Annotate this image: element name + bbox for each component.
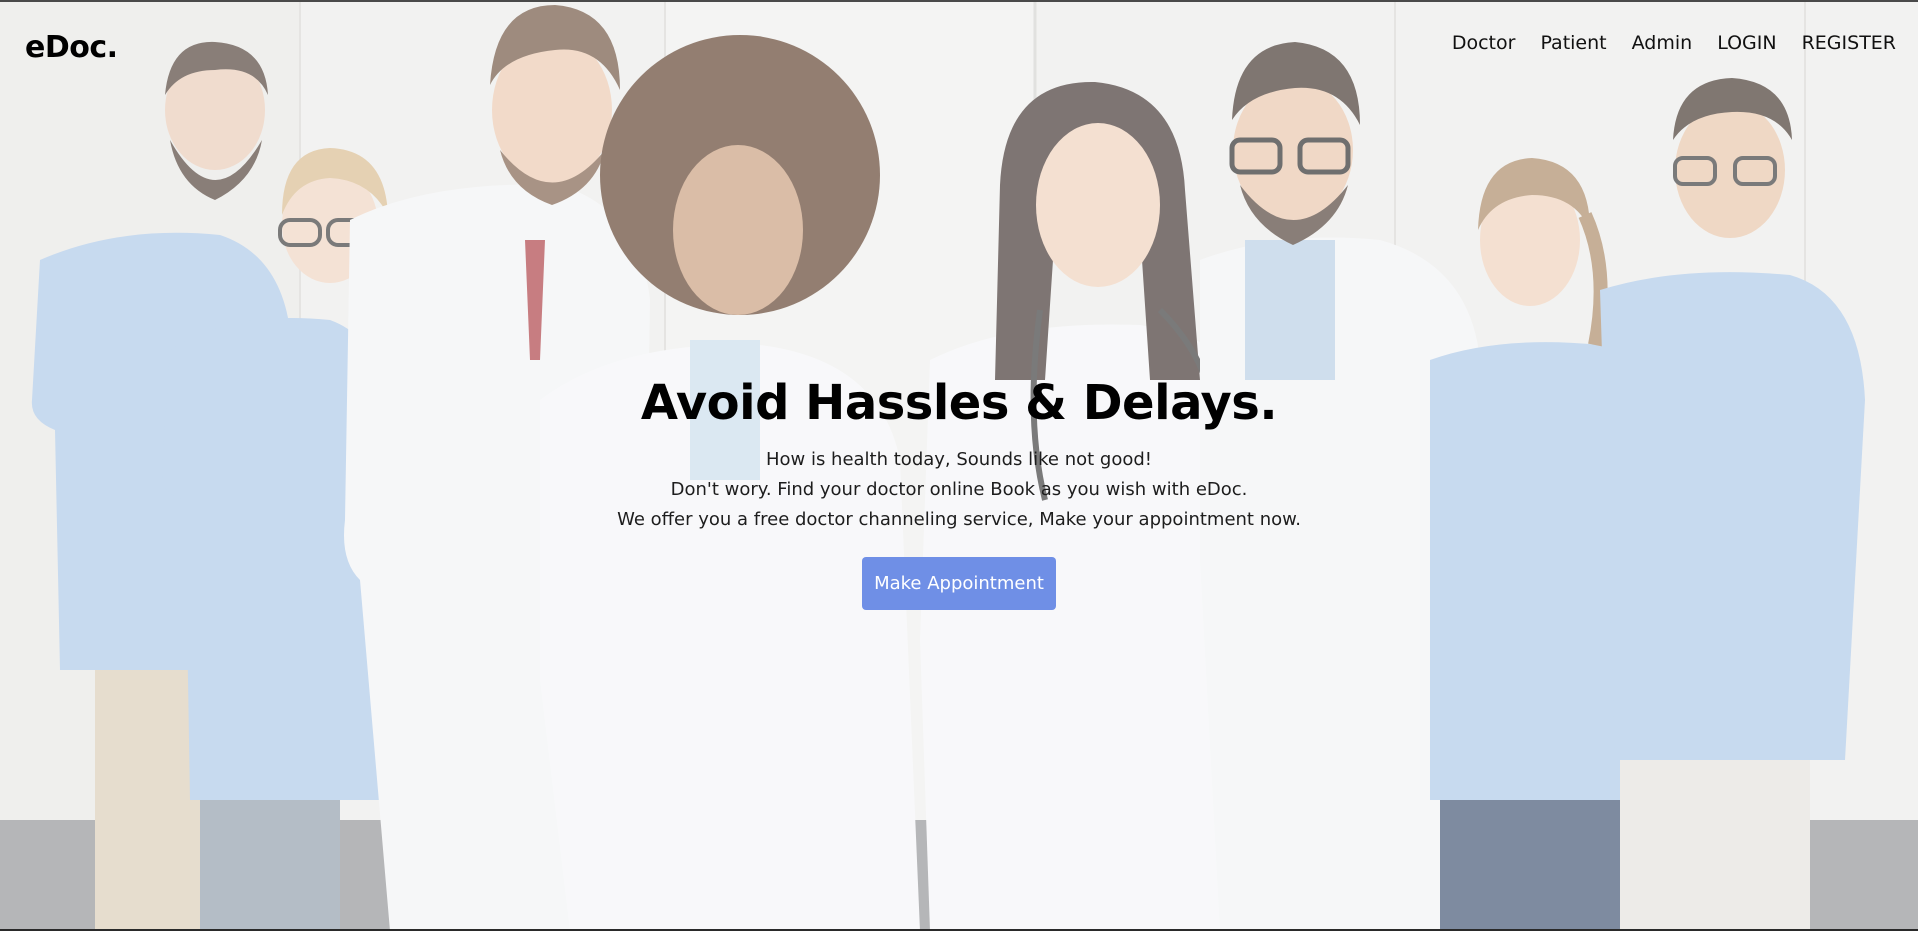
hero-line-2: Don't wory. Find your doctor online Book… [670,479,1248,500]
hero-line-3: We offer you a free doctor channeling se… [617,509,1301,530]
top-nav: Doctor Patient Admin LOGIN REGISTER [1452,32,1896,54]
hero-title: Avoid Hassles & Delays. [640,375,1278,431]
make-appointment-button[interactable]: Make Appointment [862,557,1056,610]
landing-page: eDoc. Doctor Patient Admin LOGIN REGISTE… [0,0,1918,931]
brand-logo[interactable]: eDoc. [25,30,118,65]
nav-admin-link[interactable]: Admin [1632,32,1693,54]
top-border [0,0,1918,2]
nav-patient-link[interactable]: Patient [1540,32,1606,54]
nav-login-link[interactable]: LOGIN [1717,32,1776,54]
nav-doctor-link[interactable]: Doctor [1452,32,1516,54]
hero-line-1: How is health today, Sounds like not goo… [765,449,1153,470]
nav-register-link[interactable]: REGISTER [1802,32,1896,54]
hero-content: Avoid Hassles & Delays. How is health to… [0,375,1918,610]
